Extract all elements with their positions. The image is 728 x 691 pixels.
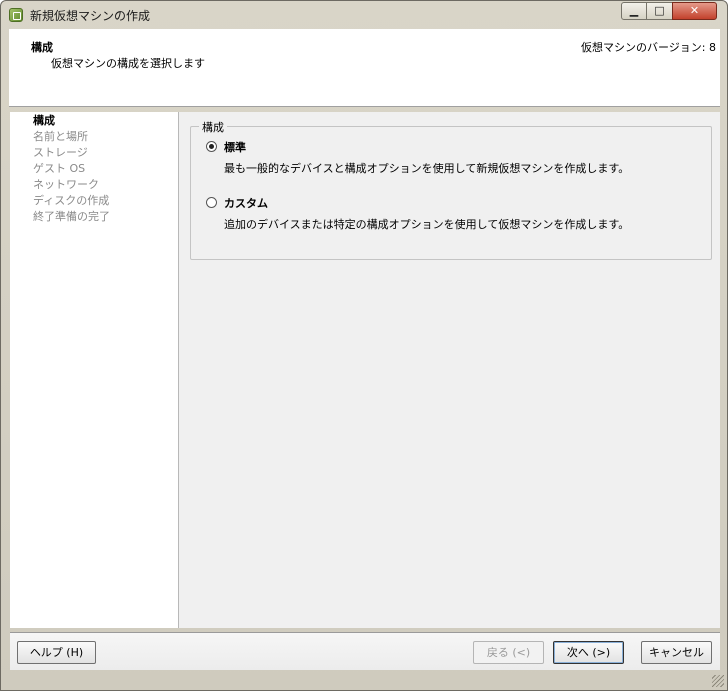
typical-radio[interactable]	[206, 141, 217, 152]
maximize-icon: □	[654, 4, 665, 17]
custom-radio[interactable]	[206, 197, 217, 208]
wizard-footer: ヘルプ (H) 戻る (<) 次へ (>) キャンセル	[10, 633, 720, 670]
page-subtitle: 仮想マシンの構成を選択します	[51, 57, 205, 70]
wizard-content: 構成 標準 最も一般的なデバイスと構成オプションを使用して新規仮想マシンを作成し…	[179, 112, 720, 628]
maximize-button[interactable]: □	[646, 2, 673, 20]
vm-version-label: 仮想マシンのバージョン: 8	[581, 41, 716, 54]
step-ready-to-complete: 終了準備の完了	[33, 210, 110, 223]
wizard-header: 構成 仮想マシンの構成を選択します 仮想マシンのバージョン: 8	[9, 29, 720, 107]
groupbox-title: 構成	[199, 119, 227, 135]
step-storage: ストレージ	[33, 146, 88, 159]
close-button[interactable]: ✕	[672, 2, 717, 20]
typical-option-description: 最も一般的なデバイスと構成オプションを使用して新規仮想マシンを作成します。	[224, 162, 630, 175]
wizard-window: 新規仮想マシンの作成 ▁ □ ✕ 構成 仮想マシンの構成を選択します 仮想マシン…	[0, 0, 728, 691]
minimize-icon: ▁	[629, 4, 639, 17]
page-title: 構成	[31, 41, 53, 54]
next-button[interactable]: 次へ (>)	[553, 641, 624, 664]
cancel-button[interactable]: キャンセル	[641, 641, 712, 664]
resize-grip[interactable]	[712, 675, 724, 687]
vsphere-app-icon	[9, 8, 23, 22]
step-create-disk: ディスクの作成	[33, 194, 110, 207]
title-bar[interactable]: 新規仮想マシンの作成 ▁ □ ✕	[1, 1, 727, 29]
minimize-button[interactable]: ▁	[621, 2, 647, 20]
step-guest-os: ゲスト OS	[33, 162, 86, 175]
custom-option-label[interactable]: カスタム	[224, 195, 268, 211]
typical-option-label[interactable]: 標準	[224, 139, 246, 155]
step-configuration: 構成	[33, 114, 55, 127]
back-button[interactable]: 戻る (<)	[473, 641, 544, 664]
help-button[interactable]: ヘルプ (H)	[17, 641, 96, 664]
custom-option-description: 追加のデバイスまたは特定の構成オプションを使用して仮想マシンを作成します。	[224, 218, 630, 231]
window-title: 新規仮想マシンの作成	[30, 9, 151, 23]
step-network: ネットワーク	[33, 178, 99, 191]
wizard-steps-sidebar: 構成 名前と場所 ストレージ ゲスト OS ネットワーク ディスクの作成 終了準…	[10, 112, 179, 628]
close-icon: ✕	[689, 4, 700, 17]
configuration-groupbox: 構成 標準 最も一般的なデバイスと構成オプションを使用して新規仮想マシンを作成し…	[190, 119, 712, 260]
step-name-location: 名前と場所	[33, 130, 88, 143]
